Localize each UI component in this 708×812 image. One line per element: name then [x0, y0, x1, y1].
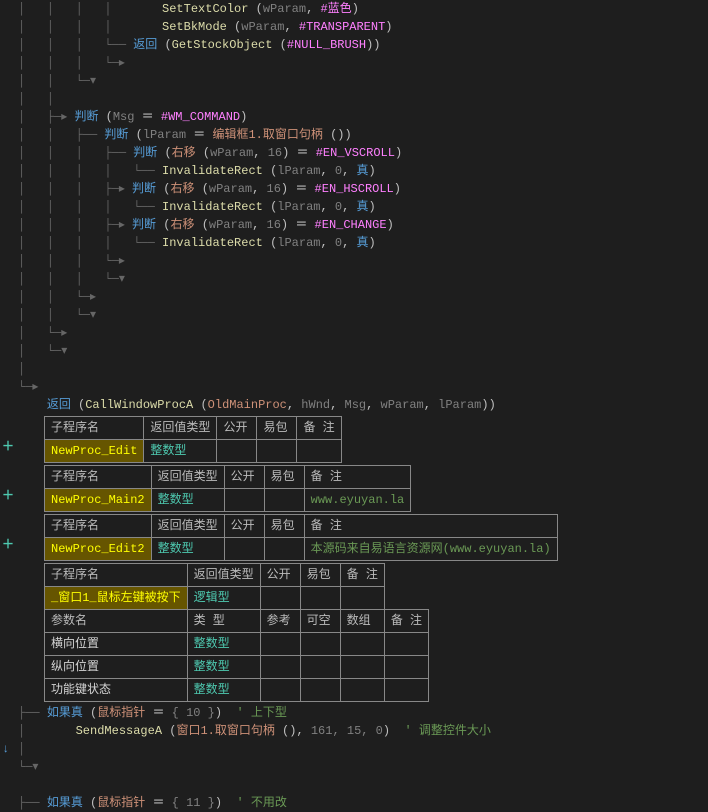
code-line: │ │	[0, 90, 708, 108]
return-type[interactable]: 逻辑型	[187, 587, 260, 610]
code-line: │ │ │ ├── 判断 (右移 (wParam, 16) ＝ #EN_VSCR…	[0, 144, 708, 162]
code-line: │ │ │ └── 返回 (GetStockObject (#NULL_BRUS…	[0, 36, 708, 54]
subroutine-name[interactable]: NewProc_Edit2	[45, 538, 152, 561]
add-icon[interactable]: ＋	[2, 536, 14, 554]
return-type[interactable]: 整数型	[151, 538, 224, 561]
code-line: │ │ ├── 判断 (lParam ＝ 编辑框1.取窗口句柄 ())	[0, 126, 708, 144]
code-line: │ │ │ │ └── InvalidateRect (lParam, 0, 真…	[0, 198, 708, 216]
return-type[interactable]: 整数型	[151, 489, 224, 512]
arrow-down-icon: ↓	[2, 740, 9, 758]
code-line: │	[0, 360, 708, 378]
param-type[interactable]: 整数型	[187, 679, 260, 702]
add-icon[interactable]: ＋	[2, 487, 14, 505]
code-line: │ │ │ └─▾	[0, 270, 708, 288]
return-type[interactable]: 整数型	[144, 440, 217, 463]
param-name[interactable]: 纵向位置	[45, 656, 188, 679]
param-type[interactable]: 整数型	[187, 656, 260, 679]
add-icon[interactable]: ＋	[2, 438, 14, 456]
code-line: │ │ └─▾	[0, 306, 708, 324]
code-line: │ │ │ │ └── InvalidateRect (lParam, 0, 真…	[0, 234, 708, 252]
subroutine-table-2: 子程序名返回值类型公开易包备 注 NewProc_Main2整数型www.eyu…	[44, 465, 411, 512]
code-line: └─▸	[0, 378, 708, 396]
code-line: │ │ │ ├─▸ 判断 (右移 (wParam, 16) ＝ #EN_HSCR…	[0, 180, 708, 198]
code-line: │ SendMessageA (窗口1.取窗口句柄 (), 161, 15, 0…	[0, 722, 708, 740]
code-line: │ │ │ ├─▸ 判断 (右移 (wParam, 16) ＝ #EN_CHAN…	[0, 216, 708, 234]
subroutine-name[interactable]: _窗口1_鼠标左键被按下	[45, 587, 188, 610]
code-line: │ │ │ │ SetBkMode (wParam, #TRANSPARENT)	[0, 18, 708, 36]
param-name[interactable]: 横向位置	[45, 633, 188, 656]
code-line: │ │ └─▾	[0, 72, 708, 90]
code-line: │ │ │ └─▸	[0, 252, 708, 270]
code-line: │ │ │ └─▸	[0, 54, 708, 72]
code-line: 返回 (CallWindowProcA (OldMainProc, hWnd, …	[0, 396, 708, 414]
code-line	[0, 776, 708, 794]
code-line: │ └─▾	[0, 342, 708, 360]
code-line: │ │ └─▸	[0, 288, 708, 306]
note-cell[interactable]: www.eyuyan.la	[304, 489, 411, 512]
code-line: ├── 如果真 (鼠标指针 ＝ { 11 }) ' 不用改	[0, 794, 708, 812]
code-line: ↓│	[0, 740, 708, 758]
code-line: │ ├─▸ 判断 (Msg ＝ #WM_COMMAND)	[0, 108, 708, 126]
subroutine-name[interactable]: NewProc_Edit	[45, 440, 144, 463]
subroutine-name[interactable]: NewProc_Main2	[45, 489, 152, 512]
param-name[interactable]: 功能键状态	[45, 679, 188, 702]
code-line: │ │ │ │ └── InvalidateRect (lParam, 0, 真…	[0, 162, 708, 180]
param-type[interactable]: 整数型	[187, 633, 260, 656]
subroutine-table-3: 子程序名返回值类型公开易包备 注 NewProc_Edit2整数型本源码来自易语…	[44, 514, 558, 561]
code-line: │ └─▸	[0, 324, 708, 342]
code-line: ├── 如果真 (鼠标指针 ＝ { 10 }) ' 上下型	[0, 704, 708, 722]
subroutine-table-4: 子程序名返回值类型公开易包备 注 _窗口1_鼠标左键被按下逻辑型 参数名类 型参…	[44, 563, 429, 702]
code-editor[interactable]: │ │ │ │ SetTextColor (wParam, #蓝色) │ │ │…	[0, 0, 708, 812]
code-line: └─▾	[0, 758, 708, 776]
subroutine-table-1: 子程序名返回值类型公开易包备 注 NewProc_Edit整数型	[44, 416, 342, 463]
code-line: │ │ │ │ SetTextColor (wParam, #蓝色)	[0, 0, 708, 18]
note-cell[interactable]: 本源码来自易语言资源网(www.eyuyan.la)	[304, 538, 557, 561]
